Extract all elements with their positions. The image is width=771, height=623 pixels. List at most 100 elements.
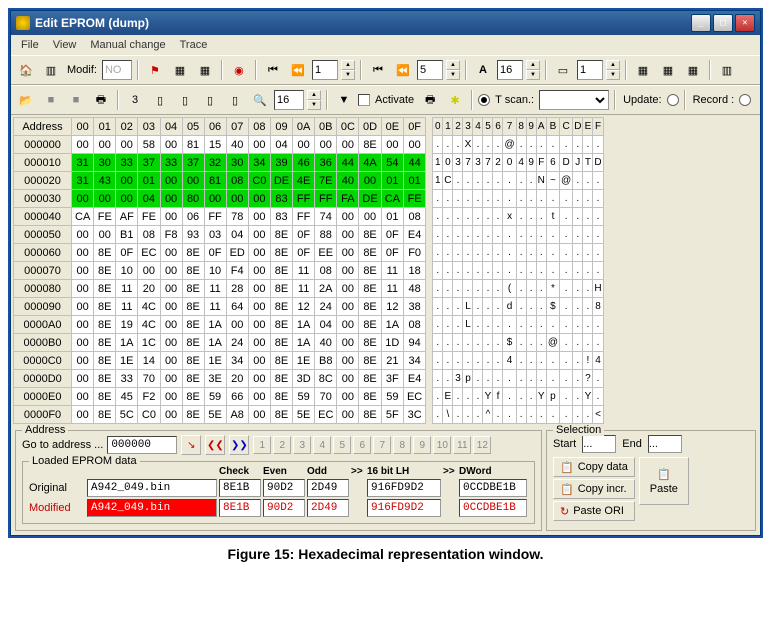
hex-byte[interactable]: 1A [293, 334, 315, 352]
hex-byte[interactable]: 8E [359, 334, 381, 352]
ascii-char[interactable]: . [483, 190, 493, 208]
goto-arrow-button[interactable]: ↘ [181, 435, 201, 455]
ascii-char[interactable]: 4 [516, 154, 526, 172]
ascii-char[interactable]: . [483, 280, 493, 298]
ascii-char[interactable]: . [583, 316, 593, 334]
hex-byte[interactable]: 10 [204, 262, 226, 280]
ascii-char[interactable]: p [546, 388, 559, 406]
hex-byte[interactable]: 8E [359, 316, 381, 334]
ascii-char[interactable]: . [573, 316, 583, 334]
ascii-table[interactable]: 0123456789ABCDEF...X...@........10373720… [432, 117, 603, 424]
ascii-char[interactable]: . [433, 226, 443, 244]
hex-byte[interactable]: 24 [315, 298, 337, 316]
bookmark-1[interactable]: 1 [253, 436, 271, 454]
ascii-char[interactable]: L [463, 298, 473, 316]
hex-byte[interactable]: 00 [72, 136, 94, 154]
ascii-char[interactable]: . [536, 208, 546, 226]
hex-byte[interactable]: 8E [270, 406, 292, 424]
hex-byte[interactable]: 5E [293, 406, 315, 424]
ascii-char[interactable]: . [463, 406, 473, 424]
hex-byte[interactable]: 1A [204, 334, 226, 352]
hex-byte[interactable]: 80 [182, 190, 204, 208]
ascii-char[interactable]: . [526, 280, 536, 298]
nav2-first-icon[interactable]: ⏮ [367, 59, 389, 81]
ascii-row[interactable]: ...L............ [433, 316, 603, 334]
hex-byte[interactable]: EC [315, 406, 337, 424]
hex-byte[interactable]: 00 [182, 172, 204, 190]
ascii-char[interactable]: . [560, 388, 573, 406]
hex-byte[interactable]: 0F [293, 244, 315, 262]
ascii-char[interactable]: . [433, 388, 443, 406]
ascii-char[interactable]: . [483, 244, 493, 262]
stop2-icon[interactable]: ■ [65, 89, 87, 111]
hex-byte[interactable]: 00 [160, 172, 182, 190]
ascii-char[interactable]: . [483, 262, 493, 280]
ascii-char[interactable]: . [473, 334, 483, 352]
ascii-char[interactable]: . [463, 208, 473, 226]
hex-byte[interactable]: 20 [226, 370, 248, 388]
ascii-char[interactable]: . [560, 244, 573, 262]
paste-ori-button[interactable]: ↻Paste ORI [553, 501, 635, 521]
ascii-char[interactable]: . [443, 136, 453, 154]
hex-byte[interactable]: F0 [403, 244, 425, 262]
ascii-char[interactable]: . [573, 406, 583, 424]
ascii-char[interactable]: @ [503, 136, 516, 154]
ascii-char[interactable]: . [453, 190, 463, 208]
hex-byte[interactable]: 21 [381, 352, 403, 370]
hex-byte[interactable]: 00 [160, 406, 182, 424]
ascii-char[interactable]: . [483, 334, 493, 352]
ascii-char[interactable]: f [493, 388, 503, 406]
ascii-char[interactable]: . [453, 136, 463, 154]
ascii-row[interactable]: .......4......!4 [433, 352, 603, 370]
hex-byte[interactable]: 00 [72, 406, 94, 424]
goto-next-button[interactable]: ❯❯ [229, 435, 249, 455]
hex-byte[interactable]: 3D [293, 370, 315, 388]
hex-byte[interactable]: 1E [204, 352, 226, 370]
ascii-char[interactable]: x [503, 208, 516, 226]
hex-byte[interactable]: 00 [248, 316, 270, 334]
ascii-char[interactable]: . [453, 226, 463, 244]
ascii-char[interactable]: . [473, 226, 483, 244]
ascii-char[interactable]: . [473, 172, 483, 190]
hex-byte[interactable]: FE [403, 190, 425, 208]
hex-byte[interactable]: 33 [116, 154, 138, 172]
original-check[interactable] [219, 479, 261, 497]
hex-byte[interactable]: 11 [293, 262, 315, 280]
original-file[interactable] [87, 479, 217, 497]
hex-byte[interactable]: 00 [160, 352, 182, 370]
ascii-char[interactable]: . [433, 370, 443, 388]
ascii-char[interactable]: . [473, 370, 483, 388]
ascii-char[interactable]: . [433, 244, 443, 262]
ascii-char[interactable]: . [516, 352, 526, 370]
hex-byte[interactable]: 37 [138, 154, 160, 172]
ascii-char[interactable]: . [443, 262, 453, 280]
hex-byte[interactable]: 00 [204, 190, 226, 208]
ascii-char[interactable]: . [536, 406, 546, 424]
ascii-char[interactable]: 7 [463, 154, 473, 172]
menu-trace[interactable]: Trace [174, 37, 214, 53]
ascii-char[interactable]: . [463, 244, 473, 262]
hex-byte[interactable]: 18 [403, 262, 425, 280]
hex-byte[interactable]: 8E [270, 280, 292, 298]
hex-byte[interactable]: 1A [293, 316, 315, 334]
hex-byte[interactable]: 00 [248, 352, 270, 370]
ascii-char[interactable]: . [546, 262, 559, 280]
nav-prev-icon[interactable]: ⏪ [287, 59, 309, 81]
hex-byte[interactable]: 8E [94, 316, 116, 334]
hex-byte[interactable]: 4C [138, 316, 160, 334]
hex-byte[interactable]: 8E [359, 244, 381, 262]
hex-byte[interactable]: 83 [270, 190, 292, 208]
hex-row[interactable]: 000040CAFEAFFE0006FF780083FF7400000108 [14, 208, 426, 226]
print-icon[interactable]: 🖶 [90, 89, 112, 111]
ascii-char[interactable]: . [526, 334, 536, 352]
hex-byte[interactable]: 5C [116, 406, 138, 424]
ascii-char[interactable]: . [593, 370, 603, 388]
ascii-char[interactable]: . [493, 262, 503, 280]
ascii-char[interactable]: . [546, 406, 559, 424]
ascii-char[interactable]: . [433, 280, 443, 298]
close-button[interactable]: ✕ [735, 14, 755, 32]
ascii-char[interactable]: 4 [503, 352, 516, 370]
ascii-row[interactable]: ................ [433, 262, 603, 280]
hex-byte[interactable]: 8E [94, 388, 116, 406]
ascii-char[interactable]: ( [503, 280, 516, 298]
